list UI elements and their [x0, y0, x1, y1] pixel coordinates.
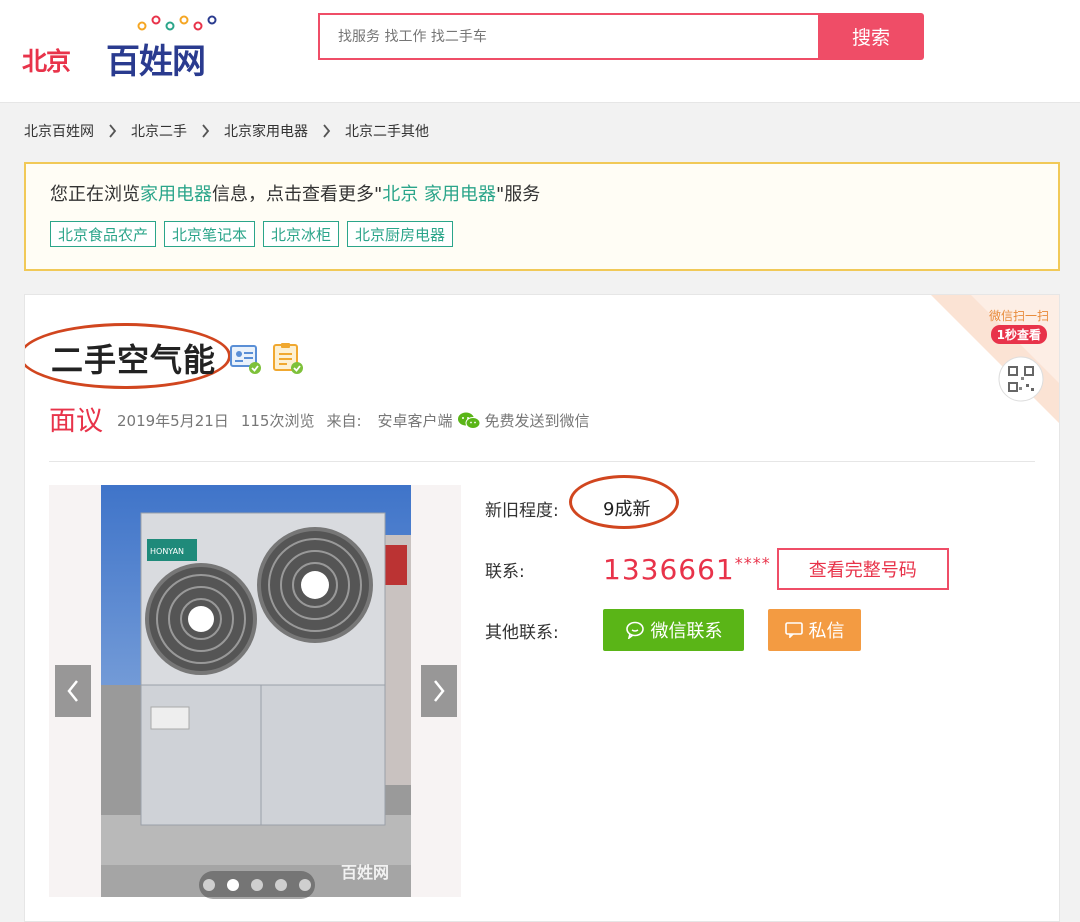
search-button[interactable]: 搜索 [818, 13, 924, 60]
chevron-right-icon [202, 124, 210, 138]
listing-photo[interactable]: HONYAN [101, 485, 411, 897]
photo-gallery: HONYAN 百姓网 [49, 485, 461, 899]
listing-title: 二手空气能 [51, 341, 217, 379]
message-icon [784, 622, 803, 638]
listing-card: 微信扫一扫 1秒查看 二手空气能 面议 2019年5月21日 115次浏览 来自… [24, 294, 1060, 922]
send-to-wechat-link[interactable]: 免费发送到微信 [485, 410, 590, 431]
search-input[interactable] [320, 15, 820, 58]
gallery-dot[interactable] [275, 879, 287, 891]
wechat-contact-label: 微信联系 [650, 621, 723, 642]
divider [49, 461, 1035, 462]
related-tag[interactable]: 北京厨房电器 [347, 221, 454, 247]
search-box [318, 13, 820, 60]
site-header: 北京 百姓网 搜索 [0, 0, 1080, 103]
phone-number: 1336661**** [603, 553, 771, 586]
notice-category-link[interactable]: 家用电器 [140, 184, 212, 205]
notice-suffix: "服务 [496, 184, 541, 205]
notice-prefix: 您正在浏览 [50, 184, 140, 205]
gallery-pagination [199, 871, 315, 899]
wechat-icon [457, 412, 481, 429]
contact-label: 联系: [485, 561, 525, 582]
breadcrumb-item-appliances[interactable]: 北京家用电器 [224, 121, 308, 141]
condition-label: 新旧程度: [485, 500, 559, 521]
qr-quick-view-badge: 1秒查看 [990, 325, 1047, 344]
gallery-dot[interactable] [203, 879, 215, 891]
condition-value: 9成新 [603, 499, 651, 520]
related-tag[interactable]: 北京冰柜 [263, 221, 340, 247]
category-notice: 您正在浏览家用电器信息，点击查看更多"北京 家用电器"服务 北京食品农产 北京笔… [24, 162, 1060, 271]
site-logo[interactable]: 北京 百姓网 [22, 14, 232, 82]
gallery-prev-button[interactable] [55, 665, 91, 717]
qr-code-icon[interactable] [997, 355, 1045, 403]
related-tag[interactable]: 北京食品农产 [50, 221, 157, 247]
chevron-right-icon [434, 680, 445, 702]
listing-price: 面议 [49, 406, 103, 437]
gallery-dot[interactable] [299, 879, 311, 891]
notice-more-link[interactable]: 北京 家用电器 [382, 184, 496, 205]
certificate-verified-icon [273, 343, 303, 374]
chevron-left-icon [67, 680, 78, 702]
listing-source: 安卓客户端 [377, 412, 453, 430]
condition-row: 新旧程度: 9成新 [485, 495, 650, 521]
breadcrumb: 北京百姓网 北京二手 北京家用电器 北京二手其他 [24, 120, 429, 142]
unit-brand-label: HONYAN [150, 547, 184, 556]
id-verified-icon [230, 345, 261, 374]
photo-watermark: 百姓网 [341, 863, 390, 882]
qr-scan-label: 微信扫一扫 [988, 309, 1049, 323]
breadcrumb-item-other[interactable]: 北京二手其他 [345, 121, 429, 141]
related-tag[interactable]: 北京笔记本 [164, 221, 256, 247]
private-message-button[interactable]: 私信 [768, 609, 861, 651]
listing-views: 115次浏览 [240, 412, 315, 430]
listing-source-label: 来自: [326, 412, 362, 430]
other-contact-label: 其他联系: [485, 622, 559, 643]
phone-digits: 1336661 [603, 552, 735, 586]
listing-date: 2019年5月21日 [117, 412, 229, 430]
contact-row: 联系: 1336661**** 查看完整号码 [485, 548, 949, 590]
logo-city: 北京 [22, 47, 71, 76]
chevron-right-icon [109, 124, 117, 138]
chevron-right-icon [323, 124, 331, 138]
breadcrumb-item-secondhand[interactable]: 北京二手 [131, 121, 187, 141]
logo-brand: 百姓网 [106, 42, 206, 82]
phone-mask: **** [734, 553, 771, 573]
private-message-label: 私信 [808, 621, 845, 642]
gallery-dot[interactable] [227, 879, 239, 891]
gallery-next-button[interactable] [421, 665, 457, 717]
wechat-chat-icon [625, 621, 644, 639]
wechat-contact-button[interactable]: 微信联系 [603, 609, 744, 651]
view-full-number-button[interactable]: 查看完整号码 [776, 548, 949, 590]
related-tags: 北京食品农产 北京笔记本 北京冰柜 北京厨房电器 [50, 221, 454, 247]
notice-text: 您正在浏览家用电器信息，点击查看更多"北京 家用电器"服务 [50, 180, 540, 206]
logo-dots-icon [137, 15, 217, 31]
other-contact-row: 其他联系: 微信联系 私信 [485, 609, 861, 651]
breadcrumb-item-home[interactable]: 北京百姓网 [24, 121, 94, 141]
listing-meta: 2019年5月21日 115次浏览 来自: 安卓客户端 免费发送到微信 [117, 410, 602, 431]
gallery-dot[interactable] [251, 879, 263, 891]
notice-middle: 信息，点击查看更多" [212, 184, 383, 205]
